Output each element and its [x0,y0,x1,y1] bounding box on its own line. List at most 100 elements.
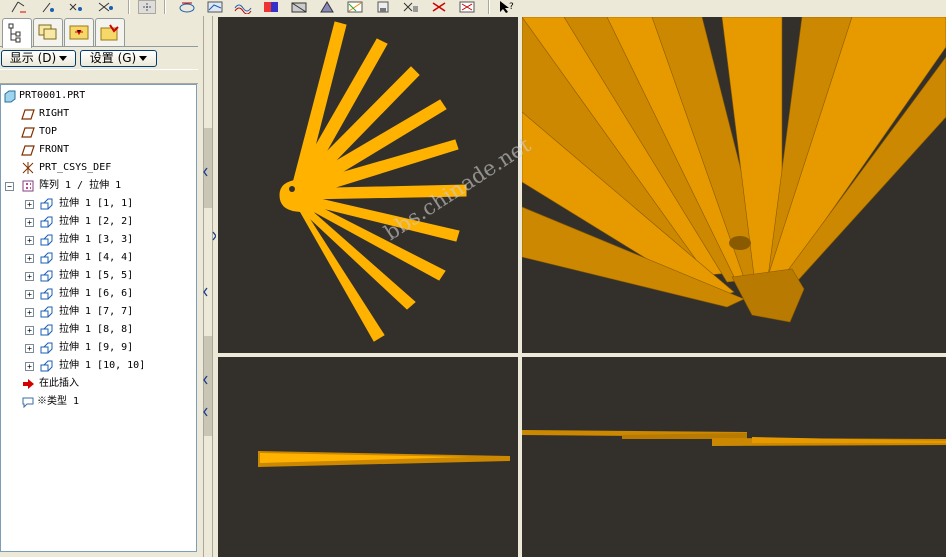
extrude-icon [39,359,53,373]
expand-icon[interactable]: + [25,344,34,353]
tree-item-label: 拉伸 1 [1, 1] [59,198,134,209]
extrude-icon [39,197,53,211]
tree-item-front[interactable]: FRONT [1,141,191,159]
tree-column-header [0,69,198,84]
tree-item-extrude[interactable]: + 拉伸 1 [5, 5] [1,267,191,285]
tree-item-extrude[interactable]: + 拉伸 1 [1, 1] [1,195,191,213]
analysis-icon[interactable] [402,0,420,14]
tree-item-label: 拉伸 1 [9, 9] [59,342,134,353]
extrude-icon [39,305,53,319]
panel-splitter[interactable] [200,16,216,557]
datum-plane-icon [21,107,35,121]
viewport-front[interactable] [218,17,518,353]
tree-item-extrude[interactable]: + 拉伸 1 [6, 6] [1,285,191,303]
favorites-tab[interactable] [95,18,125,46]
viewport-isometric[interactable] [522,17,946,353]
extrude-icon [39,215,53,229]
insert-arrow-icon [21,377,35,391]
tree-item-csys[interactable]: PRT_CSYS_DEF [1,159,191,177]
display-menu-label: 显示 (D) [9,51,57,65]
tree-item-extrude[interactable]: + 拉伸 1 [9, 9] [1,339,191,357]
expand-icon[interactable]: + [25,362,34,371]
tree-item-label: TOP [39,126,58,137]
extrude-icon [39,287,53,301]
tree-item-pattern[interactable]: − 阵列 1 / 拉伸 1 [1,177,191,195]
graphics-window[interactable] [216,16,946,557]
chevron-down-icon [139,56,148,61]
tree-item-top[interactable]: TOP [1,123,191,141]
fan-top-view [258,451,510,467]
tree-item-extrude[interactable]: + 拉伸 1 [8, 8] [1,321,191,339]
tree-item-label: 拉伸 1 [2, 2] [59,216,134,227]
view-compare-icon[interactable] [178,0,196,14]
tree-item-label: 拉伸 1 [6, 6] [59,288,134,299]
shaded-icon[interactable] [318,0,336,14]
model-tree-tab[interactable] [2,18,32,48]
tree-item-label: ※类型 1 [37,396,80,407]
color-icon[interactable] [262,0,280,14]
tree-item-label: 拉伸 1 [7, 7] [59,306,134,317]
datum-plane-icon [21,125,35,139]
expand-icon[interactable]: + [25,200,34,209]
pattern-icon [21,179,35,193]
svg-text:?: ? [509,2,514,12]
navigator-panel: 显示 (D) 设置 (G) PRT0001.PRT RIGHT TOP FRON… [0,16,200,557]
tree-item-label: RIGHT [39,108,70,119]
viewport-top[interactable] [218,357,518,557]
tree-item-extrude[interactable]: + 拉伸 1 [3, 3] [1,231,191,249]
expand-icon[interactable]: + [25,308,34,317]
tree-item-label: 拉伸 1 [10, 10] [59,360,146,371]
expand-icon[interactable]: + [25,218,34,227]
check-icon[interactable] [430,0,448,14]
extrude-icon [39,323,53,337]
tree-item-label: FRONT [39,144,70,155]
extrude-icon [39,269,53,283]
settings-menu-label: 设置 (G) [89,51,137,65]
fan-right-view [522,430,946,446]
datum-axis-icon[interactable] [40,0,58,14]
fan-isometric-view [522,17,946,323]
model-icon[interactable] [290,0,308,14]
settings-menu-button[interactable]: 设置 (G) [80,50,157,67]
error-check-icon[interactable] [458,0,476,14]
tree-item-extrude[interactable]: + 拉伸 1 [4, 4] [1,249,191,267]
expand-icon[interactable]: + [25,236,34,245]
folder-browser-tab[interactable] [64,18,94,46]
viewport-right[interactable] [522,357,946,557]
expand-icon[interactable]: + [25,272,34,281]
tree-item-right[interactable]: RIGHT [1,105,191,123]
model-tree: PRT0001.PRT RIGHT TOP FRONT PRT_CSYS_DEF… [0,84,197,552]
datum-point-icon[interactable] [66,0,84,14]
expand-icon[interactable]: + [25,326,34,335]
expand-icon[interactable]: + [25,254,34,263]
render-icon[interactable] [374,0,392,14]
tree-item-type[interactable]: ※类型 1 [1,393,191,411]
tree-item-insert-here[interactable]: 在此插入 [1,375,191,393]
tree-item-extrude[interactable]: + 拉伸 1 [7, 7] [1,303,191,321]
expand-icon[interactable]: + [25,290,34,299]
extrude-icon [39,251,53,265]
tree-item-root[interactable]: PRT0001.PRT [1,87,191,105]
tree-item-extrude[interactable]: + 拉伸 1 [10, 10] [1,357,191,375]
extrude-icon [39,233,53,247]
part-icon [3,89,17,103]
collapse-icon[interactable]: − [5,182,14,191]
section-icon[interactable] [346,0,364,14]
tree-item-extrude[interactable]: + 拉伸 1 [2, 2] [1,213,191,231]
fan-front-view [279,21,467,342]
sketch-datum-icon[interactable] [10,0,28,14]
sketch-icon[interactable] [138,0,156,14]
tree-item-label: 拉伸 1 [5, 5] [59,270,134,281]
context-help-icon[interactable]: ? [498,0,516,14]
tree-item-label: 拉伸 1 [8, 8] [59,324,134,335]
tree-item-label: 阵列 1 / 拉伸 1 [39,180,122,191]
tree-item-label: 在此插入 [39,378,79,389]
coord-sys-icon[interactable] [96,0,114,14]
datum-plane-icon [21,143,35,157]
blend-icon[interactable] [206,0,224,14]
display-menu-button[interactable]: 显示 (D) [1,50,76,67]
tree-item-label: 拉伸 1 [3, 3] [59,234,134,245]
wave-icon[interactable] [234,0,252,15]
tree-item-label: PRT_CSYS_DEF [39,162,112,173]
layer-tab[interactable] [33,18,63,46]
